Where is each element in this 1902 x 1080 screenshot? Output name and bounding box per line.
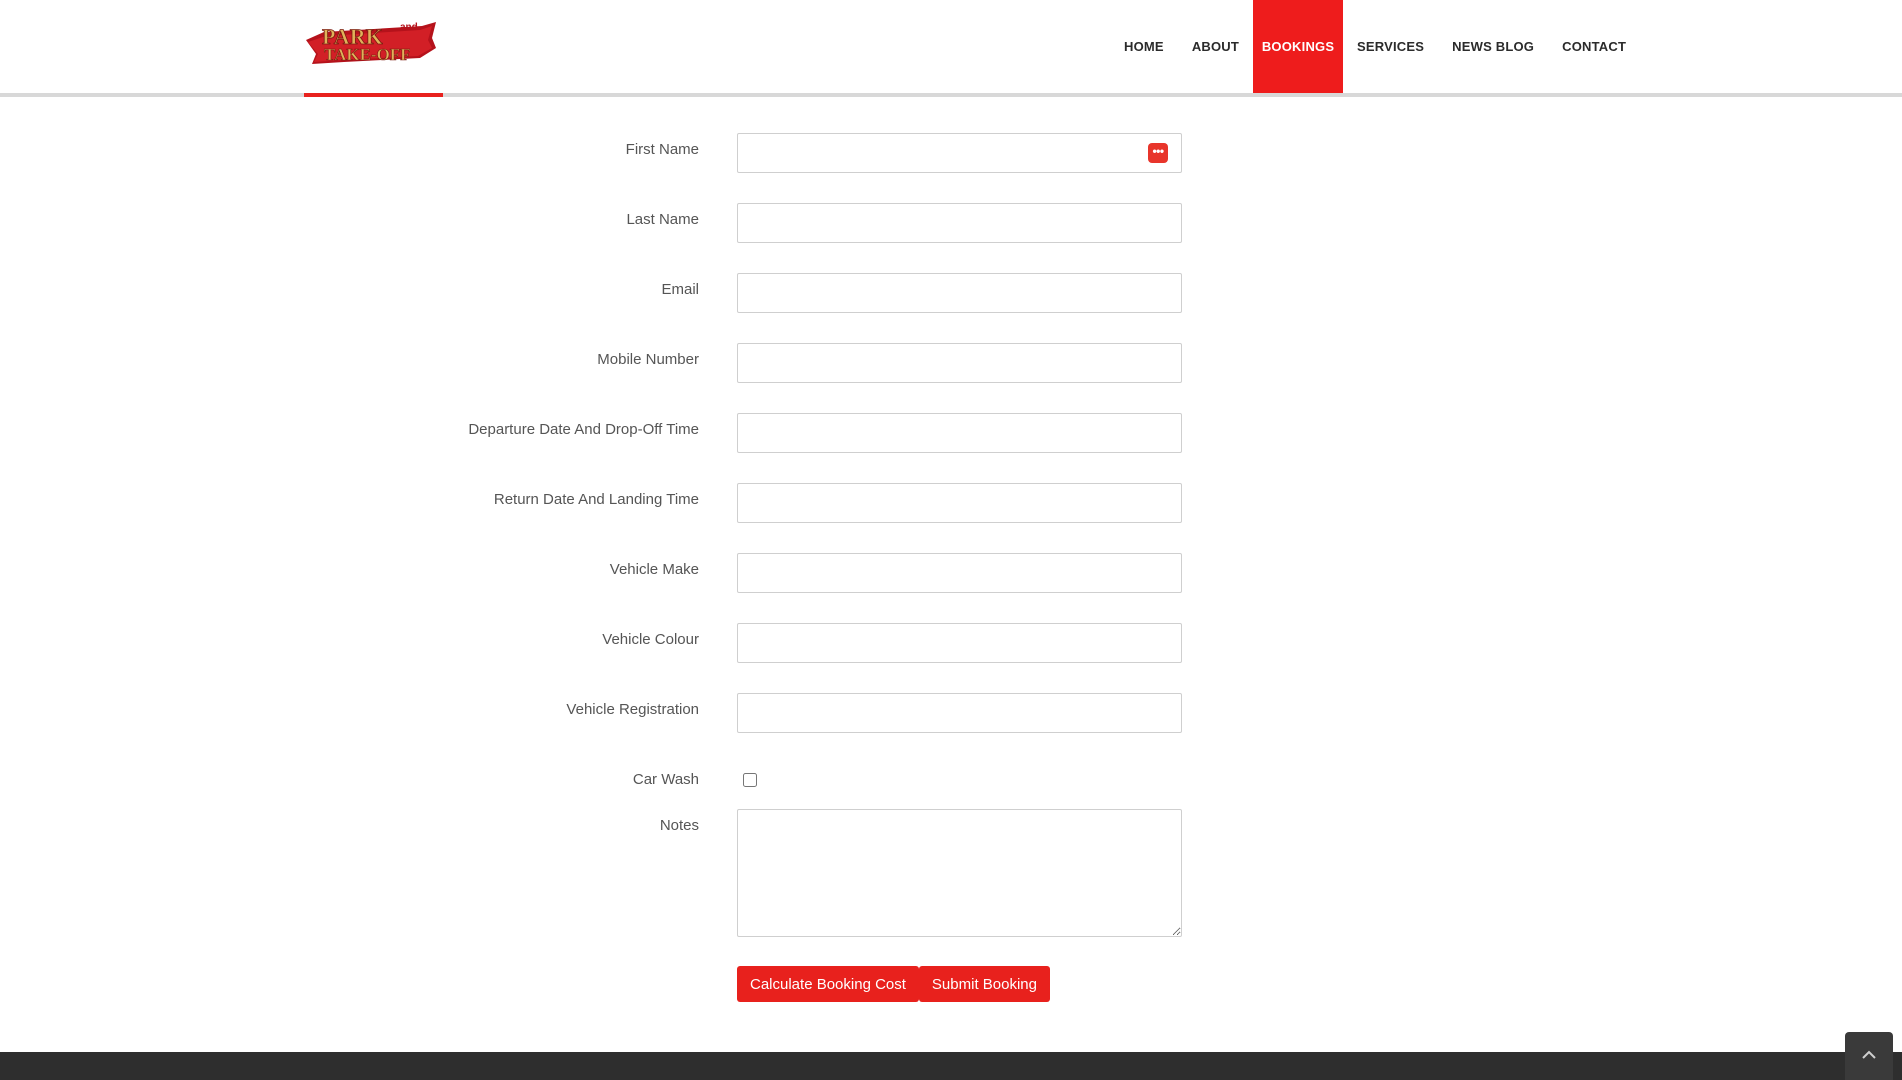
vehicle-registration-row: Vehicle Registration: [0, 693, 1902, 733]
last-name-input[interactable]: [737, 203, 1182, 243]
submit-booking-button[interactable]: Submit Booking: [918, 966, 1050, 1002]
nav-home[interactable]: HOME: [1110, 0, 1178, 93]
site-header: PARK and TAKE-OFF HOME ABOUT BOOKINGS SE…: [0, 0, 1902, 97]
return-label: Return Date And Landing Time: [493, 491, 699, 508]
vehicle-registration-label: Vehicle Registration: [566, 701, 699, 718]
vehicle-colour-row: Vehicle Colour: [0, 623, 1902, 663]
nav-contact[interactable]: CONTACT: [1548, 0, 1640, 93]
mobile-row: Mobile Number: [0, 343, 1902, 383]
vehicle-make-label: Vehicle Make: [609, 561, 699, 578]
email-label: Email: [661, 281, 699, 298]
first-name-input[interactable]: [737, 133, 1182, 173]
departure-row: Departure Date And Drop-Off Time: [0, 413, 1902, 453]
back-to-top-button[interactable]: [1845, 1032, 1893, 1080]
password-manager-icon[interactable]: •••: [1148, 143, 1168, 163]
nav-news-blog[interactable]: NEWS BLOG: [1438, 0, 1548, 93]
chevron-up-icon: [1861, 1047, 1877, 1065]
departure-label: Departure Date And Drop-Off Time: [468, 421, 699, 438]
departure-datetime-input[interactable]: [737, 413, 1182, 453]
svg-text:TAKE-OFF: TAKE-OFF: [324, 45, 411, 64]
vehicle-colour-input[interactable]: [737, 623, 1182, 663]
vehicle-make-row: Vehicle Make: [0, 553, 1902, 593]
last-name-row: Last Name: [0, 203, 1902, 243]
mobile-number-label: Mobile Number: [597, 351, 699, 368]
form-actions: Calculate Booking Cost Submit Booking: [737, 966, 1050, 1002]
nav-bookings[interactable]: BOOKINGS: [1253, 0, 1344, 93]
notes-row: Notes: [0, 809, 1902, 937]
return-row: Return Date And Landing Time: [0, 483, 1902, 523]
nav-about[interactable]: ABOUT: [1178, 0, 1253, 93]
svg-text:and: and: [400, 22, 418, 33]
car-wash-checkbox[interactable]: [743, 773, 757, 787]
first-name-row: First Name •••: [0, 133, 1902, 173]
site-footer: [0, 1052, 1902, 1080]
nav-services[interactable]: SERVICES: [1343, 0, 1438, 93]
calculate-booking-cost-button[interactable]: Calculate Booking Cost: [737, 966, 919, 1002]
notes-label: Notes: [659, 817, 699, 834]
email-input[interactable]: [737, 273, 1182, 313]
return-datetime-input[interactable]: [737, 483, 1182, 523]
vehicle-make-input[interactable]: [737, 553, 1182, 593]
car-wash-row: Car Wash: [0, 763, 1902, 803]
park-and-take-off-logo[interactable]: PARK and TAKE-OFF: [304, 18, 438, 66]
logo-active-underline: [304, 93, 443, 97]
main-nav: HOME ABOUT BOOKINGS SERVICES NEWS BLOG C…: [1110, 0, 1640, 93]
mobile-number-input[interactable]: [737, 343, 1182, 383]
last-name-label: Last Name: [626, 211, 699, 228]
first-name-label: First Name: [625, 141, 699, 158]
vehicle-registration-input[interactable]: [737, 693, 1182, 733]
vehicle-colour-label: Vehicle Colour: [602, 631, 699, 648]
notes-textarea[interactable]: [737, 809, 1182, 937]
email-row: Email: [0, 273, 1902, 313]
car-wash-label: Car Wash: [632, 771, 699, 788]
